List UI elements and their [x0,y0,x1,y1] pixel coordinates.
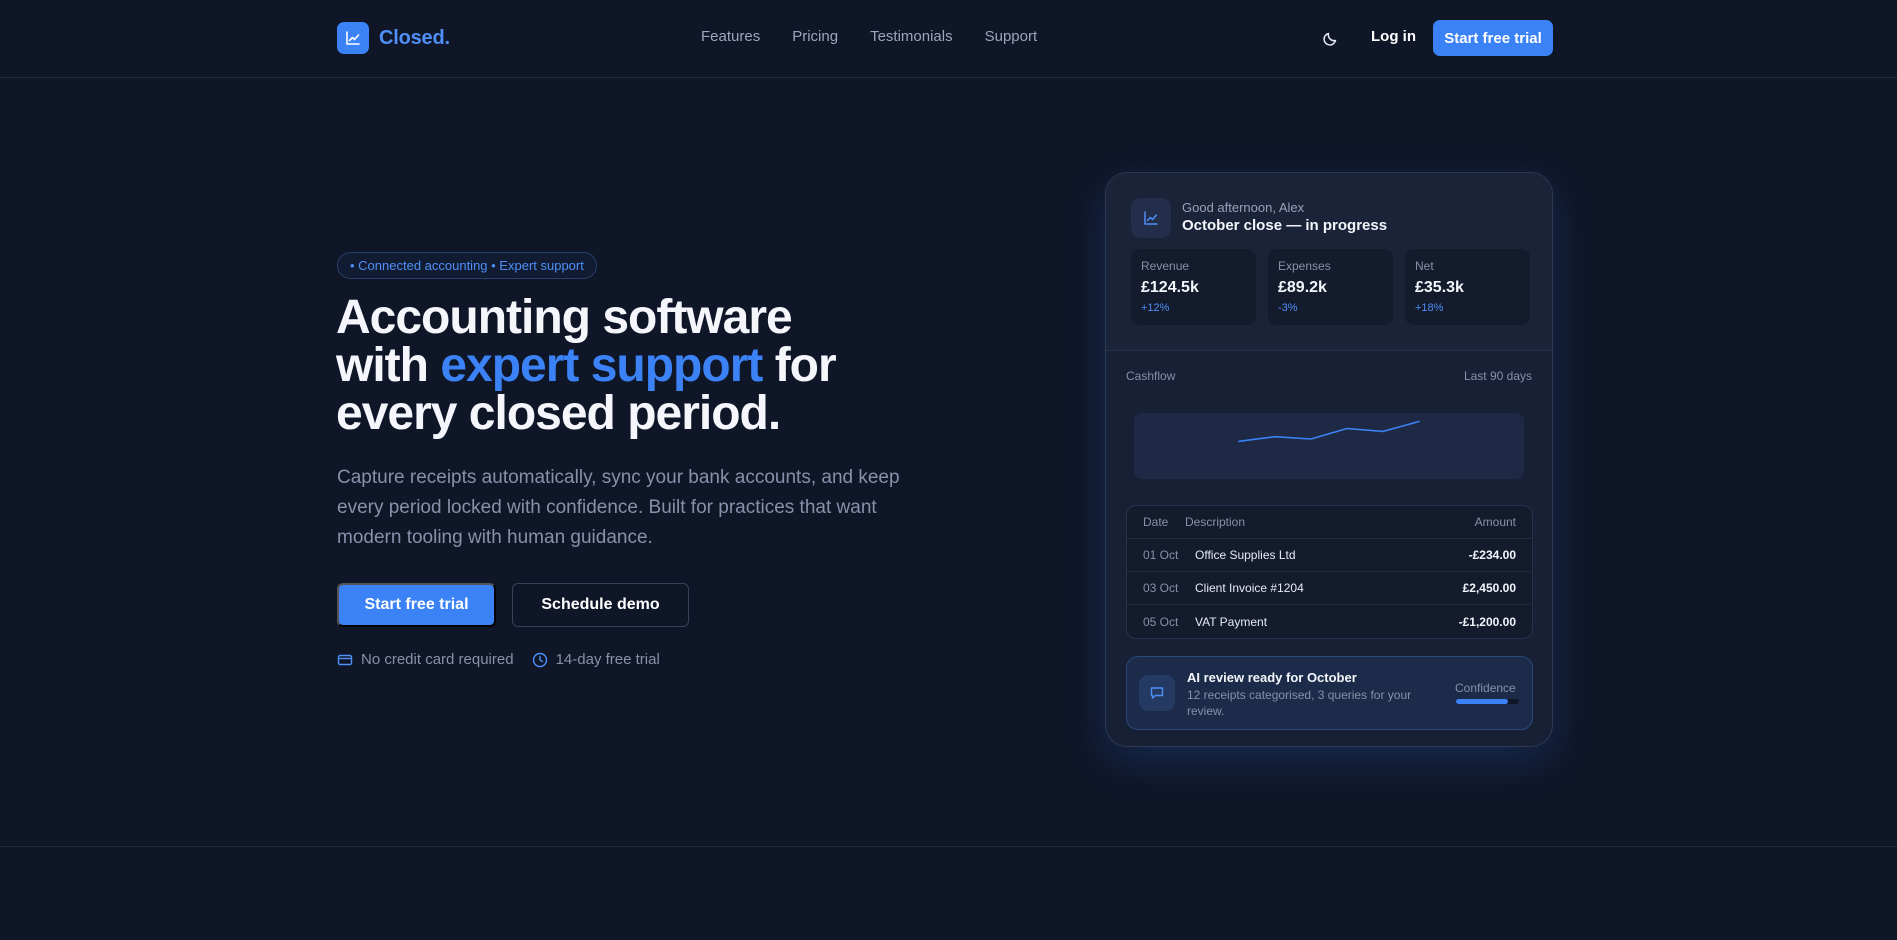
nav-link-pricing[interactable]: Pricing [792,28,838,45]
credit-card-icon [337,654,353,665]
stat-change: -3% [1278,302,1298,314]
theme-toggle-button[interactable] [1318,27,1342,51]
ai-review-panel[interactable]: AI review ready for October 12 receipts … [1126,656,1533,730]
stat-change: +18% [1415,302,1444,314]
row-amount: -£234.00 [1468,548,1516,562]
column-header-description: Description [1185,515,1246,529]
row-description: Client Invoice #1204 [1195,581,1304,595]
chart-line-icon [337,22,369,54]
row-description: VAT Payment [1195,614,1268,629]
close-status-title: October close — in progress [1182,217,1388,234]
nav-link-features[interactable]: Features [701,28,760,45]
row-date: 01 Oct [1143,548,1179,562]
column-header-amount: Amount [1474,515,1516,529]
stat-label: Revenue [1141,259,1190,273]
perk-label: 14-day free trial [555,651,660,668]
stat-label: Expenses [1278,259,1331,273]
row-amount: -£1,200.00 [1458,614,1516,629]
stat-change: +12% [1141,302,1170,314]
main-nav: Features Pricing Testimonials Support [701,28,1037,45]
headline-line-3: every closed period. [336,387,781,440]
stat-cards: Revenue £124.5k +12% Expenses £89.2k -3%… [1131,249,1530,325]
brand-name: Closed. [379,26,450,49]
greeting-text: Good afternoon, Alex [1182,200,1305,215]
row-amount: £2,450.00 [1462,581,1516,595]
hero-headline: Accounting software with expert support … [336,294,896,438]
dashboard-summary: Good afternoon, Alex October close — in … [1106,173,1552,351]
nav-link-support[interactable]: Support [985,28,1038,45]
schedule-demo-button[interactable]: Schedule demo [512,583,689,627]
stat-card-revenue: Revenue £124.5k +12% [1131,249,1256,325]
headline-line-1: Accounting software [336,291,793,344]
row-date: 05 Oct [1143,614,1179,629]
cashflow-range: Last 90 days [1463,369,1532,383]
section-divider [0,846,1897,847]
cashflow-chart [1134,413,1524,479]
row-date: 03 Oct [1143,581,1179,595]
clock-icon [532,652,547,667]
message-square-icon [1139,675,1175,711]
headline-accent: expert support [440,339,763,392]
headline-for: for [762,339,837,392]
hero-perks: No credit card required 14-day free tria… [337,651,660,668]
cashflow-line [1238,420,1420,443]
stat-value: £35.3k [1415,279,1464,296]
hero-badge: • Connected accounting • Expert support [337,252,597,279]
login-link[interactable]: Log in [1371,28,1416,45]
cashflow-sparkline [1238,420,1420,443]
stat-value: £124.5k [1141,279,1199,296]
confidence-bar [1456,699,1519,704]
dashboard-preview-card: Good afternoon, Alex October close — in … [1105,172,1553,747]
cashflow-label: Cashflow [1126,369,1176,383]
perk-no-credit-card: No credit card required [337,651,514,668]
table-header: Date Description Amount [1127,506,1532,539]
chart-line-icon [1131,198,1171,238]
moon-icon [1323,32,1337,46]
perk-label: No credit card required [361,651,514,668]
table-row: 03 Oct Client Invoice #1204 £2,450.00 [1127,572,1532,605]
brand-logo[interactable]: Closed. [337,22,450,54]
confidence-label: Confidence [1455,681,1516,695]
top-navigation-bar: Closed. Features Pricing Testimonials Su… [0,0,1897,78]
ai-review-description: 12 receipts categorised, 3 queries for y… [1187,688,1412,718]
table-row: 05 Oct VAT Payment -£1,200.00 [1127,605,1532,638]
transactions-table: Date Description Amount 01 Oct Office Su… [1126,505,1533,639]
start-trial-button[interactable]: Start free trial [337,583,496,627]
header-start-trial-button[interactable]: Start free trial [1433,20,1553,56]
stat-label: Net [1415,259,1434,273]
confidence-bar-fill [1456,699,1508,704]
stat-value: £89.2k [1278,279,1327,296]
ai-review-title: AI review ready for October [1187,670,1357,685]
headline-with: with [336,339,441,392]
hero-subtext: Capture receipts automatically, sync you… [337,467,900,548]
nav-link-testimonials[interactable]: Testimonials [870,28,953,45]
table-row: 01 Oct Office Supplies Ltd -£234.00 [1127,539,1532,572]
perk-free-trial: 14-day free trial [532,651,660,668]
stat-card-net: Net £35.3k +18% [1405,249,1530,325]
row-description: Office Supplies Ltd [1195,548,1296,562]
stat-card-expenses: Expenses £89.2k -3% [1268,249,1393,325]
